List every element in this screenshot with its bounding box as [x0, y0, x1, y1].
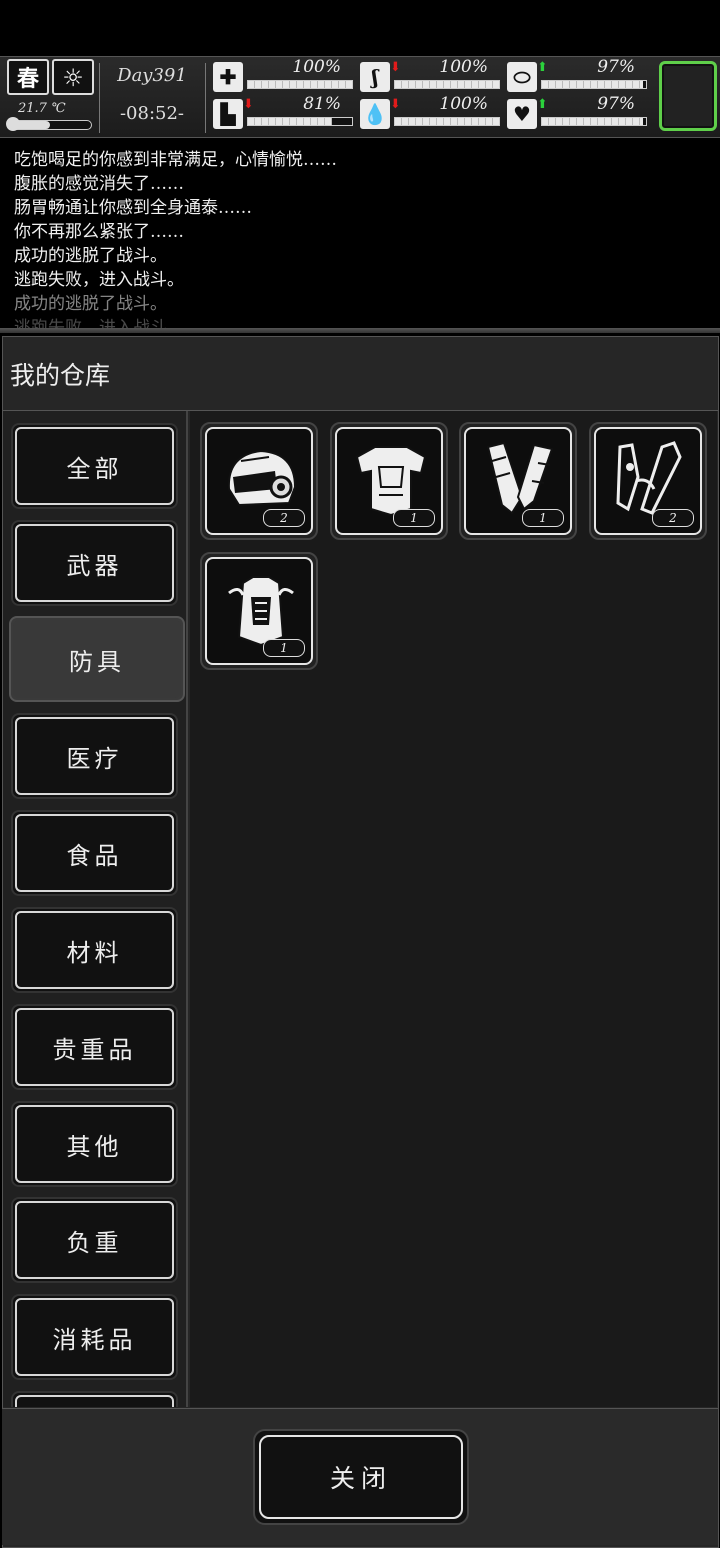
temperature-bar [8, 120, 92, 130]
page-title: 我的仓库 [10, 361, 111, 390]
pill-icon: ⬭ [507, 62, 537, 92]
stat-value: 97% [597, 57, 635, 77]
stat-value: 97% [597, 94, 635, 114]
stat-bar [541, 80, 647, 89]
log-line: 逃跑失败，进入战斗。 [14, 270, 184, 290]
close-button[interactable]: 关闭 [253, 1429, 469, 1525]
item-helmet[interactable]: 2 [200, 422, 318, 540]
stat-bar [394, 80, 500, 89]
item-body-armor[interactable]: 1 [330, 422, 448, 540]
item-armor-vest[interactable]: 1 [200, 552, 318, 670]
arrow-down-icon: ⬇ [390, 60, 401, 75]
item-count-badge: 1 [393, 509, 435, 527]
water-drop-icon: 💧 [360, 99, 390, 129]
log-line: 你不再那么紧张了…… [14, 222, 184, 242]
item-leg-armor[interactable]: 2 [589, 422, 707, 540]
item-count-badge: 1 [522, 509, 564, 527]
message-log: 吃饱喝足的你感到非常满足，心情愉悦…… 腹胀的感觉消失了…… 肠胃畅通让你感到全… [14, 148, 714, 328]
arrow-up-icon: ⬆ [537, 97, 548, 112]
category-other[interactable]: 其他 [11, 1101, 178, 1187]
stat-mood: ♥ ⬆ 97% [507, 94, 649, 131]
stat-value: 100% [439, 57, 488, 77]
status-bar: 春 ☼ 21.7 ℃ Day391 -08:52- ✚ 100% ʃ ⬇ 100… [0, 56, 720, 138]
category-more[interactable] [11, 1391, 178, 1407]
stat-thirst: 💧 ⬇ 100% [360, 94, 502, 131]
category-armor[interactable]: 防具 [9, 616, 185, 702]
category-consumables[interactable]: 消耗品 [11, 1294, 178, 1380]
stat-medicine: ⬭ ⬆ 97% [507, 57, 649, 94]
category-weapons[interactable]: 武器 [11, 520, 178, 606]
stat-bar [247, 80, 353, 89]
stat-health: ✚ 100% [213, 57, 355, 94]
category-valuables[interactable]: 贵重品 [11, 1004, 178, 1090]
item-count-badge: 1 [263, 639, 305, 657]
stomach-icon: ʃ [360, 62, 390, 92]
stat-value: 81% [303, 94, 341, 114]
sun-icon: ☼ [52, 59, 94, 95]
log-line: 成功的逃脱了战斗。 [14, 246, 167, 266]
temperature-label: 21.7 ℃ [18, 101, 66, 116]
log-line: 肠胃畅通让你感到全身通泰…… [14, 198, 252, 218]
arrow-up-icon: ⬆ [537, 60, 548, 75]
stat-bar [394, 117, 500, 126]
category-medical[interactable]: 医疗 [11, 713, 178, 799]
stat-bar [541, 117, 647, 126]
season-indicator: 春 [7, 59, 49, 95]
log-line: 腹胀的感觉消失了…… [14, 174, 184, 194]
log-line: 吃饱喝足的你感到非常满足，心情愉悦…… [14, 150, 337, 170]
stat-value: 100% [439, 94, 488, 114]
stat-hunger: ʃ ⬇ 100% [360, 57, 502, 94]
item-count-badge: 2 [652, 509, 694, 527]
equipment-slot[interactable] [659, 61, 717, 131]
log-line: 逃跑失败，进入战斗。 [14, 318, 184, 328]
arrow-down-icon: ⬇ [390, 97, 401, 112]
heart-icon: ♥ [507, 99, 537, 129]
item-arm-guards[interactable]: 1 [459, 422, 577, 540]
divider [0, 328, 720, 333]
arrow-down-icon: ⬇ [243, 97, 254, 112]
stat-bar [247, 117, 353, 126]
item-grid: 2 1 1 2 1 [190, 411, 717, 1407]
close-button-label: 关闭 [259, 1435, 463, 1519]
category-carry[interactable]: 负重 [11, 1197, 178, 1283]
category-all[interactable]: 全部 [11, 423, 178, 509]
stat-stamina: ▙ ⬇ 81% [213, 94, 355, 131]
category-sidebar[interactable]: 全部 武器 防具 医疗 食品 材料 贵重品 其他 负重 消耗品 [3, 411, 188, 1407]
day-counter: Day391 [117, 65, 187, 86]
clock: -08:52- [119, 103, 185, 124]
category-food[interactable]: 食品 [11, 810, 178, 896]
item-count-badge: 2 [263, 509, 305, 527]
boot-icon: ▙ [213, 99, 243, 129]
stat-value: 100% [292, 57, 341, 77]
category-materials[interactable]: 材料 [11, 907, 178, 993]
thermometer-icon [6, 117, 20, 131]
log-line: 成功的逃脱了战斗。 [14, 294, 167, 314]
medkit-icon: ✚ [213, 62, 243, 92]
